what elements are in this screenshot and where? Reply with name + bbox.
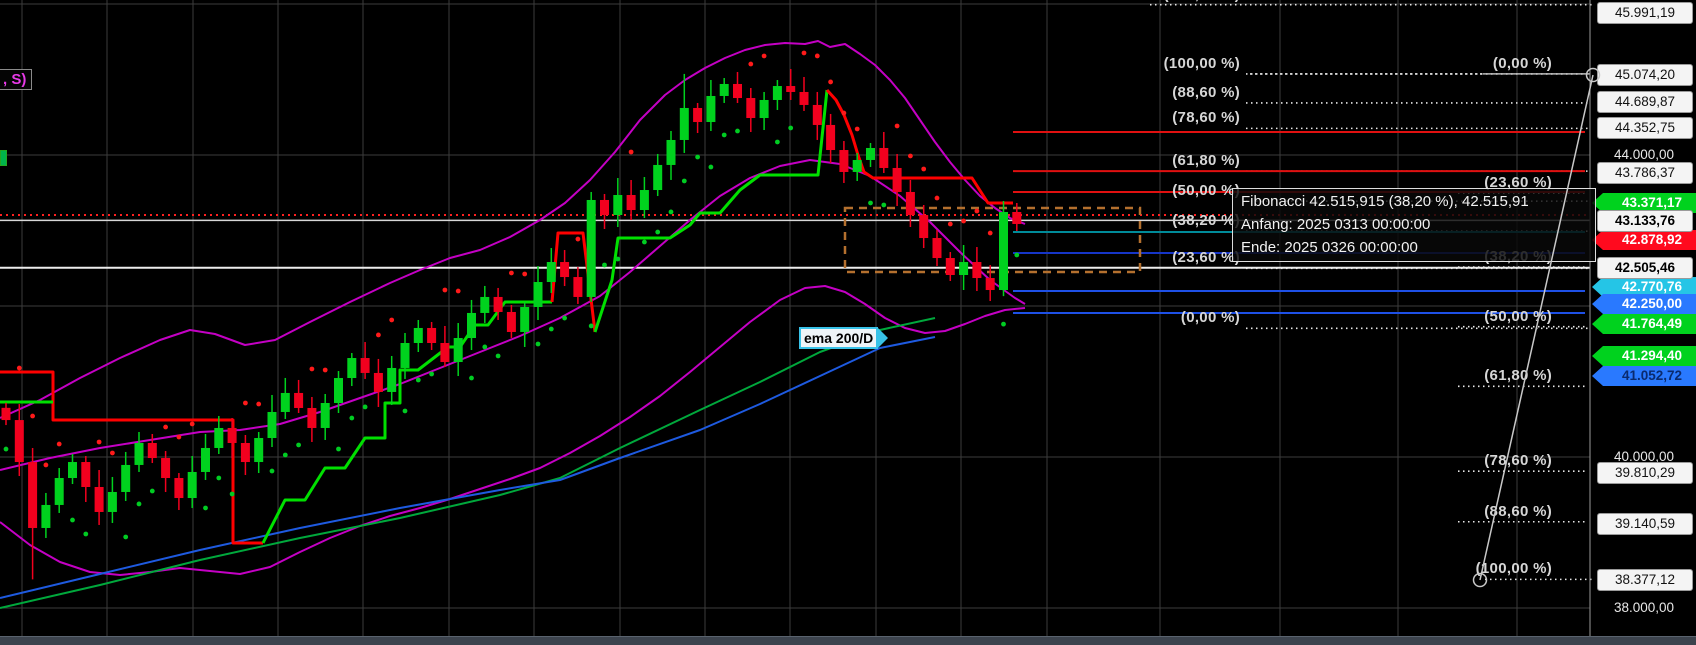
fibonacci-tooltip: Fibonacci 42.515,915 (38,20 %), 42.515,9… bbox=[1232, 188, 1596, 262]
fib-level-label: (100,00 %) bbox=[1475, 560, 1552, 578]
fib-level-label: (127,20 %) bbox=[1164, 0, 1240, 3]
fib-level-label: (61,80 %) bbox=[1172, 152, 1240, 170]
price-level-label: 41.294,40 bbox=[1592, 346, 1696, 366]
fib-level-label: (88,60 %) bbox=[1484, 502, 1552, 520]
price-level-label: 38.377,12 bbox=[1597, 569, 1693, 591]
price-level-label: 44.352,75 bbox=[1597, 117, 1693, 139]
fib-level-label: (78,60 %) bbox=[1172, 109, 1240, 127]
fib-tooltip-title: Fibonacci 42.515,915 (38,20 %), 42.515,9… bbox=[1241, 193, 1529, 210]
price-level-label: 45.991,19 bbox=[1597, 2, 1693, 24]
fib-tooltip-start: Anfang: 2025 0313 00:00:00 bbox=[1241, 216, 1431, 233]
fib-level-label: (38,20 %) bbox=[1172, 212, 1240, 230]
ema-tag-arrow-icon bbox=[877, 327, 889, 349]
price-level-label: 42.505,46 bbox=[1597, 257, 1693, 279]
trading-chart-window: (127,20 %) (100,00 %) (88,60 %) (78,60 %) (6… bbox=[0, 0, 1696, 645]
price-level-label: 39.810,29 bbox=[1597, 462, 1693, 484]
price-level-label: 45.074,20 bbox=[1597, 64, 1693, 86]
fib-level-label: (88,60 %) bbox=[1172, 83, 1240, 101]
fib-level-label: (50,00 %) bbox=[1172, 182, 1240, 200]
time-axis-strip[interactable] bbox=[0, 636, 1696, 645]
price-axis-tick: 38.000,00 bbox=[1613, 600, 1675, 615]
fib-level-label: (50,00 %) bbox=[1484, 307, 1552, 325]
fib-level-label: (23,60 %) bbox=[1172, 249, 1240, 267]
ema-200-tag-label: ema 200/D bbox=[804, 330, 874, 346]
price-level-label: 41.764,49 bbox=[1592, 314, 1696, 334]
price-level-label: 39.140,59 bbox=[1597, 513, 1693, 535]
fib-level-label: (0,00 %) bbox=[1492, 54, 1552, 72]
price-level-label: 42.250,00 bbox=[1592, 294, 1696, 314]
ema-200-tag[interactable]: ema 200/D bbox=[799, 327, 889, 349]
price-level-label: 41.052,72 bbox=[1592, 366, 1696, 386]
price-level-label: 42.878,92 bbox=[1592, 230, 1696, 250]
price-level-label: 44.689,87 bbox=[1597, 91, 1693, 113]
price-level-label: 43.133,76 bbox=[1597, 210, 1693, 232]
fib-level-label: (100,00 %) bbox=[1163, 54, 1240, 72]
fib-level-label: (78,60 %) bbox=[1484, 452, 1552, 470]
indicator-title-fragment[interactable]: , S) bbox=[0, 69, 33, 90]
price-level-label: 43.786,37 bbox=[1597, 162, 1693, 184]
fib-level-label: (0,00 %) bbox=[1180, 309, 1240, 327]
fib-tooltip-end: Ende: 2025 0326 00:00:00 bbox=[1241, 239, 1418, 256]
clipped-green-label bbox=[0, 150, 7, 166]
chart-overlay-layer: (127,20 %) (100,00 %) (88,60 %) (78,60 %) (6… bbox=[0, 0, 1696, 645]
fib-level-label: (61,80 %) bbox=[1484, 367, 1552, 385]
